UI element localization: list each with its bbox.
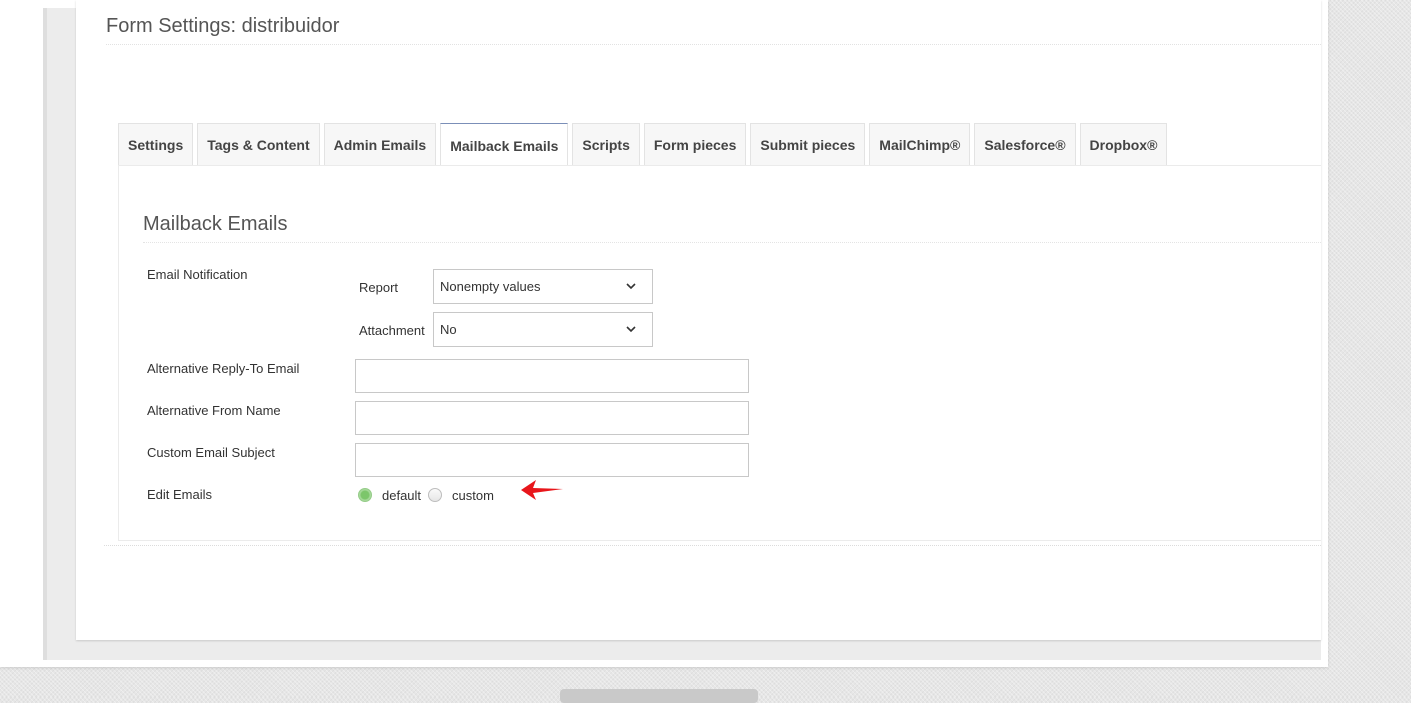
tab-submit-pieces[interactable]: Submit pieces xyxy=(750,123,866,166)
radio-custom[interactable] xyxy=(428,488,442,502)
report-label: Report xyxy=(359,280,399,295)
report-select[interactable]: Nonempty values xyxy=(433,269,653,304)
form-settings-panel: Form Settings: distribuidor Settings Tag… xyxy=(76,0,1321,640)
report-select-value: Nonempty values xyxy=(440,279,541,294)
section-divider xyxy=(143,242,1321,243)
edit-emails-label: Edit Emails xyxy=(147,487,213,502)
section-title: Mailback Emails xyxy=(143,213,288,235)
tab-dropbox[interactable]: Dropbox® xyxy=(1079,123,1168,166)
reply-to-label: Alternative Reply-To Email xyxy=(147,361,300,376)
settings-tabs: Settings Tags & Content Admin Emails Mai… xyxy=(118,123,1171,167)
tab-content-mailback: Mailback Emails Email Notification Repor… xyxy=(118,165,1321,541)
red-arrow-icon xyxy=(521,480,563,500)
chevron-down-icon xyxy=(626,283,636,290)
panel-bottom-divider xyxy=(104,545,1321,546)
radio-custom-label[interactable]: custom xyxy=(452,488,494,503)
tab-admin-emails[interactable]: Admin Emails xyxy=(323,123,437,166)
page-title: Form Settings: distribuidor xyxy=(106,15,340,37)
from-name-label: Alternative From Name xyxy=(147,403,281,418)
tab-salesforce[interactable]: Salesforce® xyxy=(974,123,1076,166)
title-divider xyxy=(106,44,1321,45)
email-notification-label: Email Notification xyxy=(147,267,248,282)
tab-mailchimp[interactable]: MailChimp® xyxy=(869,123,971,166)
tab-form-pieces[interactable]: Form pieces xyxy=(643,123,747,166)
tab-scripts[interactable]: Scripts xyxy=(572,123,640,166)
attachment-select[interactable]: No xyxy=(433,312,653,347)
from-name-input[interactable] xyxy=(355,401,749,435)
tab-tags-content[interactable]: Tags & Content xyxy=(197,123,320,166)
subject-label: Custom Email Subject xyxy=(147,445,275,460)
attachment-label: Attachment xyxy=(359,323,425,338)
footer-pill xyxy=(560,689,758,703)
tab-settings[interactable]: Settings xyxy=(118,123,194,166)
custom-subject-input[interactable] xyxy=(355,443,749,477)
tab-mailback-emails[interactable]: Mailback Emails xyxy=(440,123,569,167)
chevron-down-icon xyxy=(626,326,636,333)
reply-to-email-input[interactable] xyxy=(355,359,749,393)
attachment-select-value: No xyxy=(440,322,457,337)
radio-default-label[interactable]: default xyxy=(382,488,421,503)
radio-default[interactable] xyxy=(358,488,372,502)
